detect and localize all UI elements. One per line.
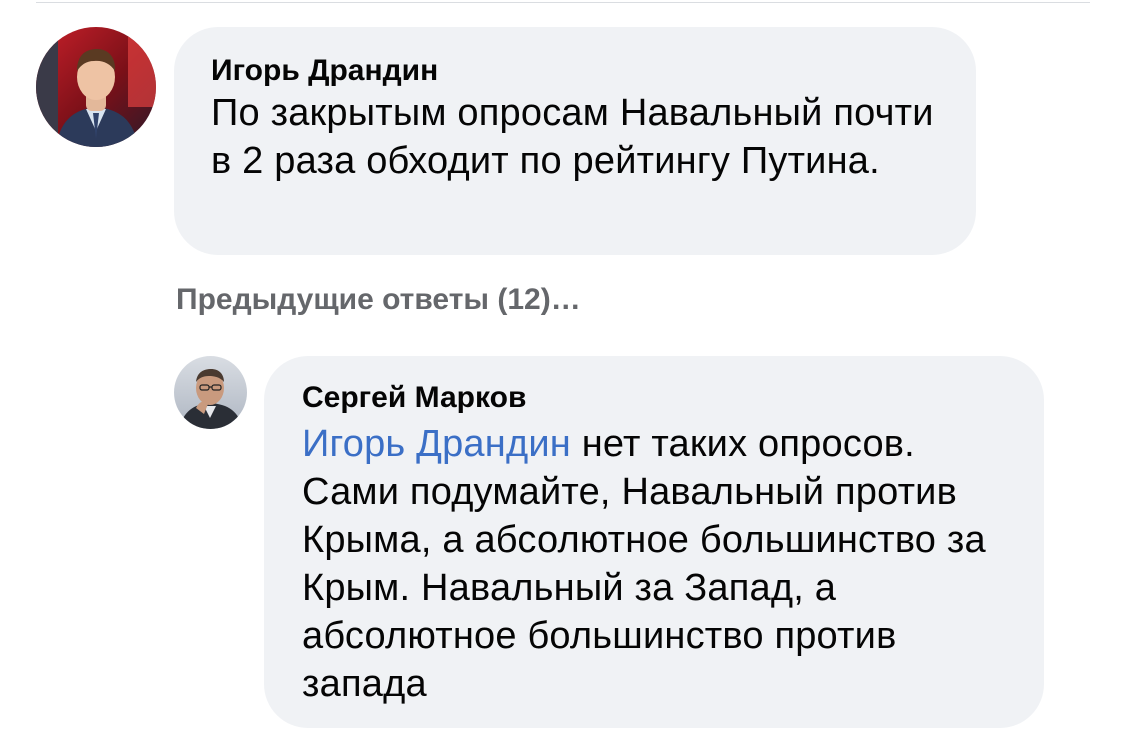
avatar[interactable]: [36, 27, 156, 147]
mention-link[interactable]: Игорь Драндин: [302, 423, 571, 465]
comment-thread: Игорь Драндин По закрытым опросам Наваль…: [0, 0, 1125, 741]
previous-replies-link[interactable]: Предыдущие ответы (12)…: [176, 280, 581, 320]
comment-bubble: Игорь Драндин По закрытым опросам Наваль…: [174, 27, 976, 255]
reply-author[interactable]: Сергей Марков: [302, 380, 1008, 416]
avatar[interactable]: [174, 356, 247, 429]
comment-text: По закрытым опросам Навальный почти в 2 …: [211, 92, 934, 182]
divider: [36, 2, 1090, 3]
reply-body: нет таких опросов. Сами подумайте, Навал…: [302, 423, 986, 705]
user-avatar-icon: [36, 27, 156, 147]
comment-author[interactable]: Игорь Драндин: [211, 53, 940, 89]
reply-text: Игорь Драндин нет таких опросов. Сами по…: [302, 420, 1008, 708]
user-avatar-icon: [174, 356, 247, 429]
reply-bubble: Сергей Марков Игорь Драндин нет таких оп…: [264, 356, 1044, 728]
